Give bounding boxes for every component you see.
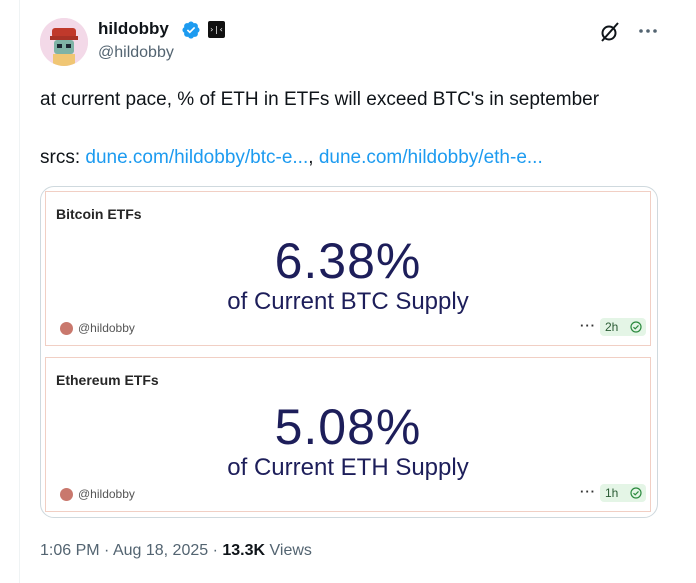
card-avatar — [60, 322, 73, 335]
tweet-meta: 1:06 PM · Aug 18, 2025 · 13.3K Views — [40, 541, 312, 561]
timeline-divider — [19, 0, 20, 583]
views-count: 13.3K — [222, 542, 266, 559]
author-name[interactable]: hildobby — [98, 18, 169, 40]
check-circle-icon — [630, 321, 642, 333]
btc-etf-card: Bitcoin ETFs 6.38% of Current BTC Supply… — [45, 191, 651, 346]
card-metric-value: 5.08% — [274, 399, 422, 455]
card-age-badge: 1h — [600, 484, 646, 502]
avatar-icon — [40, 18, 88, 66]
tweet-text: at current pace, % of ETH in ETFs will e… — [40, 89, 600, 110]
card-metric-subtitle: of Current BTC Supply — [227, 288, 469, 315]
source-link-eth[interactable]: dune.com/hildobby/eth-e... — [319, 147, 543, 168]
card-title: Ethereum ETFs — [56, 372, 159, 388]
meta-separator: · — [208, 542, 223, 559]
sources-prefix: srcs: — [40, 147, 86, 168]
card-age: 1h — [605, 486, 619, 500]
card-age: 2h — [605, 320, 619, 334]
tweet-date[interactable]: Aug 18, 2025 — [113, 542, 208, 559]
source-link-btc[interactable]: dune.com/hildobby/btc-e... — [85, 147, 308, 168]
sources-separator: , — [308, 147, 314, 168]
more-options-icon[interactable] — [638, 28, 658, 34]
views-label: Views — [265, 542, 312, 559]
avatar[interactable] — [40, 18, 88, 66]
verified-badge-icon[interactable] — [181, 20, 201, 40]
eth-etf-card: Ethereum ETFs 5.08% of Current ETH Suppl… — [45, 357, 651, 512]
grok-icon[interactable] — [598, 20, 622, 44]
card-handle: @hildobby — [78, 487, 135, 501]
affiliate-badge-icon[interactable]: ›|‹ — [208, 21, 225, 38]
card-age-badge: 2h — [600, 318, 646, 336]
card-more-dots: ··· — [580, 318, 596, 333]
card-more-dots: ··· — [580, 484, 596, 499]
card-title: Bitcoin ETFs — [56, 206, 142, 222]
card-handle: @hildobby — [78, 321, 135, 335]
tweet-sources: srcs: dune.com/hildobby/btc-e..., dune.c… — [40, 146, 543, 170]
meta-separator: · — [99, 542, 113, 559]
card-avatar — [60, 488, 73, 501]
card-metric-subtitle: of Current ETH Supply — [227, 454, 469, 481]
tweet-media[interactable]: Bitcoin ETFs 6.38% of Current BTC Supply… — [40, 186, 658, 518]
tweet-time[interactable]: 1:06 PM — [40, 542, 100, 559]
check-circle-icon — [630, 487, 642, 499]
author-handle[interactable]: @hildobby — [98, 43, 174, 63]
card-metric-value: 6.38% — [274, 233, 422, 289]
